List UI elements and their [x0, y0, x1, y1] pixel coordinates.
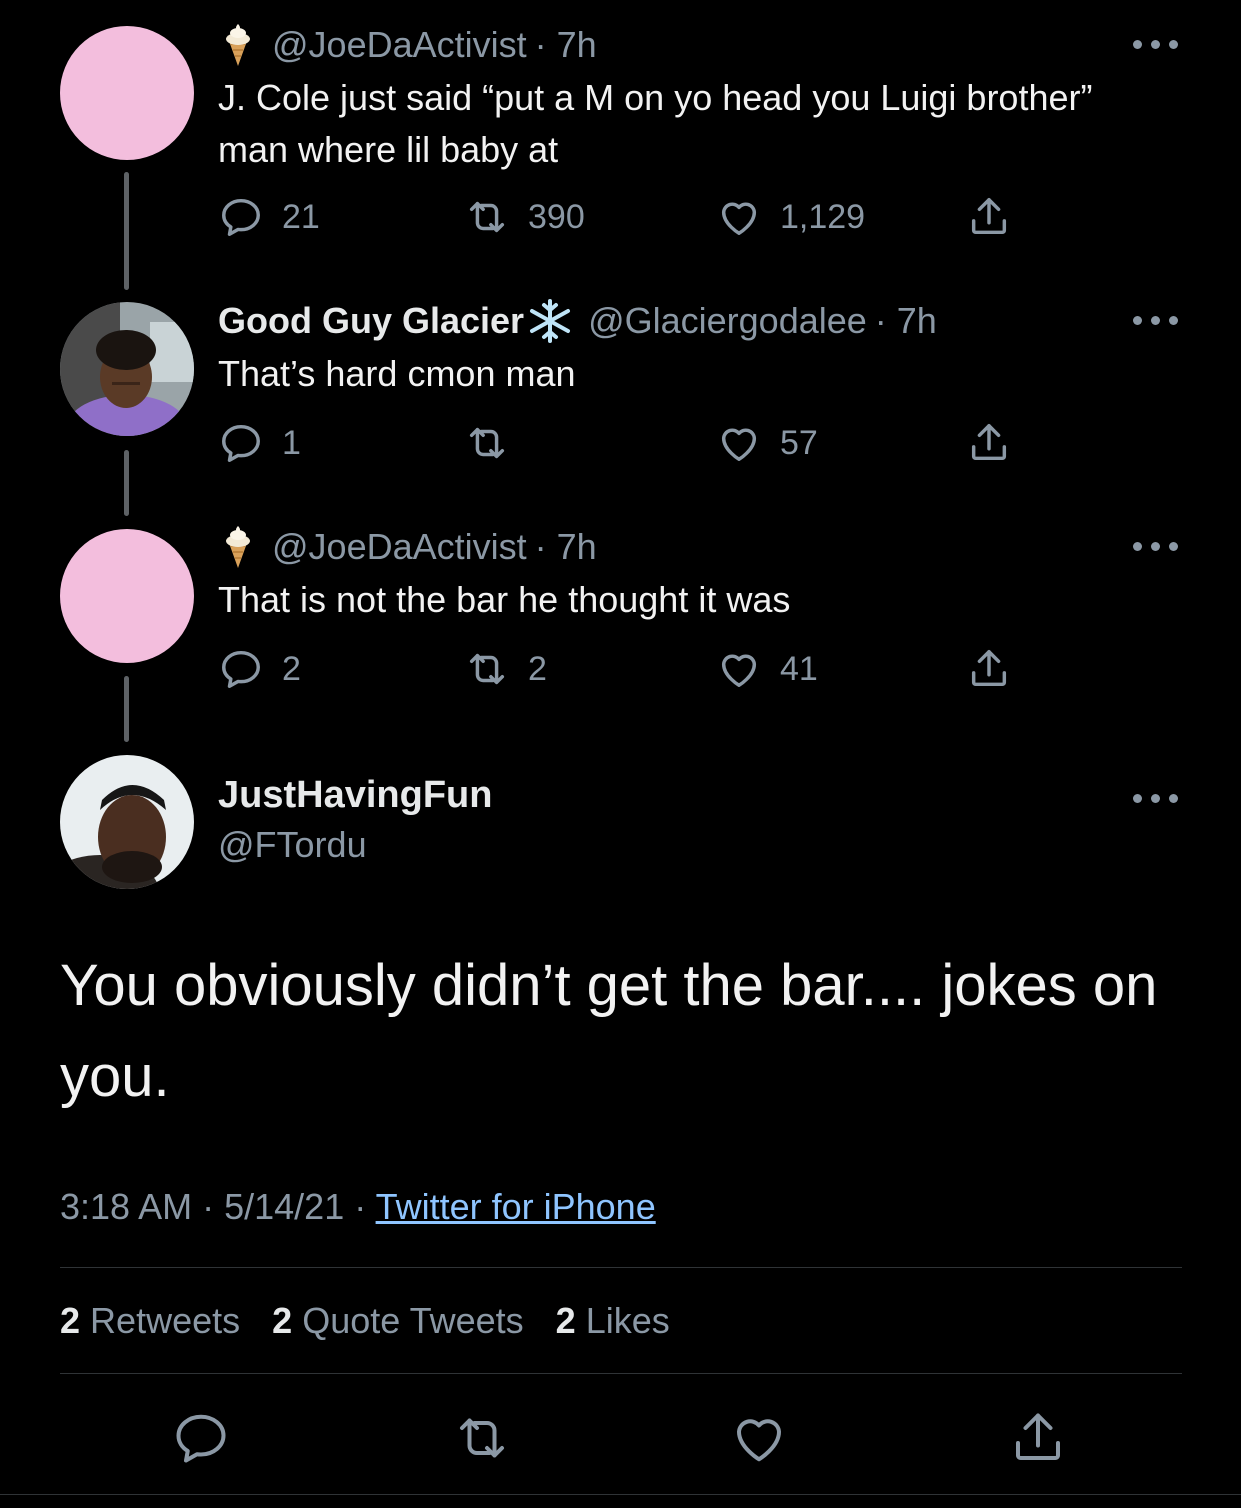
share-button[interactable] [966, 420, 1030, 466]
reply-count: 1 [282, 423, 301, 462]
tweet-header: @JoeDaActivist · 7h [218, 524, 597, 570]
avatar[interactable] [60, 529, 194, 663]
divider [60, 1267, 1182, 1268]
share-button[interactable] [966, 646, 1030, 692]
reply-button[interactable]: 21 [218, 194, 320, 240]
heart-icon[interactable] [729, 1408, 789, 1468]
thread-line [124, 450, 129, 516]
timestamp[interactable]: · 7h [535, 24, 597, 66]
reply-icon[interactable] [171, 1408, 231, 1468]
timestamp[interactable]: · 7h [875, 300, 937, 342]
more-icon[interactable] [1133, 792, 1179, 804]
ice-cream-emoji [226, 24, 250, 66]
reply-icon [222, 198, 260, 236]
avatar-photo [60, 302, 194, 436]
likes-stat[interactable]: 2 Likes [556, 1300, 670, 1341]
retweets-stat[interactable]: 2 Retweets [60, 1300, 240, 1341]
share-icon[interactable] [1008, 1408, 1068, 1468]
reply-icon [222, 424, 260, 462]
tweet-text: J. Cole just said “put a M on yo head yo… [218, 77, 1093, 170]
likes-count: 2 [555, 1300, 576, 1341]
reply-count: 2 [282, 649, 301, 688]
heart-icon [721, 428, 757, 462]
tweet-time: 3:18 AM [60, 1186, 193, 1227]
like-count: 57 [780, 423, 818, 462]
tweet-actions: 2 2 41 [218, 646, 1038, 696]
handle[interactable]: @Glaciergodalee [588, 300, 867, 342]
avatar[interactable] [60, 26, 194, 160]
tweet-header: @JoeDaActivist · 7h [218, 22, 597, 68]
handle[interactable]: @FTordu [218, 824, 367, 866]
retweet-count: 390 [528, 197, 585, 236]
main-tweet-text: You obviously didn’t get the bar.... jok… [60, 953, 1158, 1109]
retweet-icon [469, 201, 505, 233]
tweet-text: That is not the bar he thought it was [218, 579, 791, 620]
ice-cream-emoji [226, 526, 250, 568]
action-bar [0, 1408, 1241, 1468]
like-button[interactable]: 1,129 [716, 194, 865, 240]
more-icon[interactable] [1133, 540, 1179, 552]
tweet-actions: 1 57 [218, 420, 1038, 470]
more-icon[interactable] [1133, 314, 1179, 326]
avatar[interactable] [60, 302, 194, 436]
tweet-stats: 2 Retweets 2 Quote Tweets 2 Likes [60, 1300, 692, 1342]
share-button[interactable] [966, 194, 1030, 240]
like-count: 1,129 [780, 197, 866, 236]
likes-label: Likes [585, 1300, 670, 1341]
retweets-count: 2 [60, 1300, 81, 1341]
tweet-date: 5/14/21 [224, 1186, 345, 1227]
tweet-actions: 21 390 1,129 [218, 194, 1038, 244]
like-count: 41 [780, 649, 818, 688]
divider [60, 1373, 1182, 1374]
heart-icon [721, 202, 757, 236]
reply-count: 21 [282, 197, 320, 236]
retweet-button[interactable]: 390 [464, 194, 585, 240]
avatar-photo [60, 755, 194, 889]
divider [0, 1494, 1241, 1495]
quote-tweets-count: 2 [272, 1300, 293, 1341]
thread-line [124, 172, 129, 290]
share-icon [971, 424, 1007, 461]
like-button[interactable]: 57 [716, 420, 818, 466]
tweet-text: That’s hard cmon man [218, 353, 576, 394]
retweet-count: 2 [528, 649, 547, 688]
snowflake-emoji [530, 299, 571, 343]
timestamp[interactable]: · 7h [535, 526, 597, 568]
tweet-header: Good Guy Glacier @Glaciergodalee · 7h [218, 298, 937, 344]
share-icon [971, 650, 1007, 687]
display-name[interactable]: Good Guy Glacier [218, 300, 524, 342]
reply-button[interactable]: 2 [218, 646, 301, 692]
retweet-button[interactable]: 2 [464, 646, 547, 692]
avatar[interactable] [60, 755, 194, 889]
like-button[interactable]: 41 [716, 646, 818, 692]
more-icon[interactable] [1133, 38, 1179, 50]
retweet-icon [469, 653, 505, 685]
retweets-label: Retweets [90, 1300, 241, 1341]
retweet-button[interactable] [464, 420, 528, 466]
handle[interactable]: @JoeDaActivist [272, 24, 527, 66]
thread-line [124, 676, 129, 742]
reply-icon [222, 650, 260, 688]
retweet-icon[interactable] [452, 1408, 512, 1468]
source-link[interactable]: Twitter for iPhone [376, 1186, 656, 1227]
share-icon [971, 198, 1007, 235]
heart-icon [721, 654, 757, 688]
quote-tweets-label: Quote Tweets [302, 1300, 524, 1341]
tweet-meta: 3:18 AM · 5/14/21 · Twitter for iPhone [60, 1186, 656, 1227]
handle[interactable]: @JoeDaActivist [272, 526, 527, 568]
display-name[interactable]: JustHavingFun [218, 774, 492, 817]
retweet-icon [469, 427, 505, 459]
quote-tweets-stat[interactable]: 2 Quote Tweets [272, 1300, 524, 1341]
reply-button[interactable]: 1 [218, 420, 301, 466]
